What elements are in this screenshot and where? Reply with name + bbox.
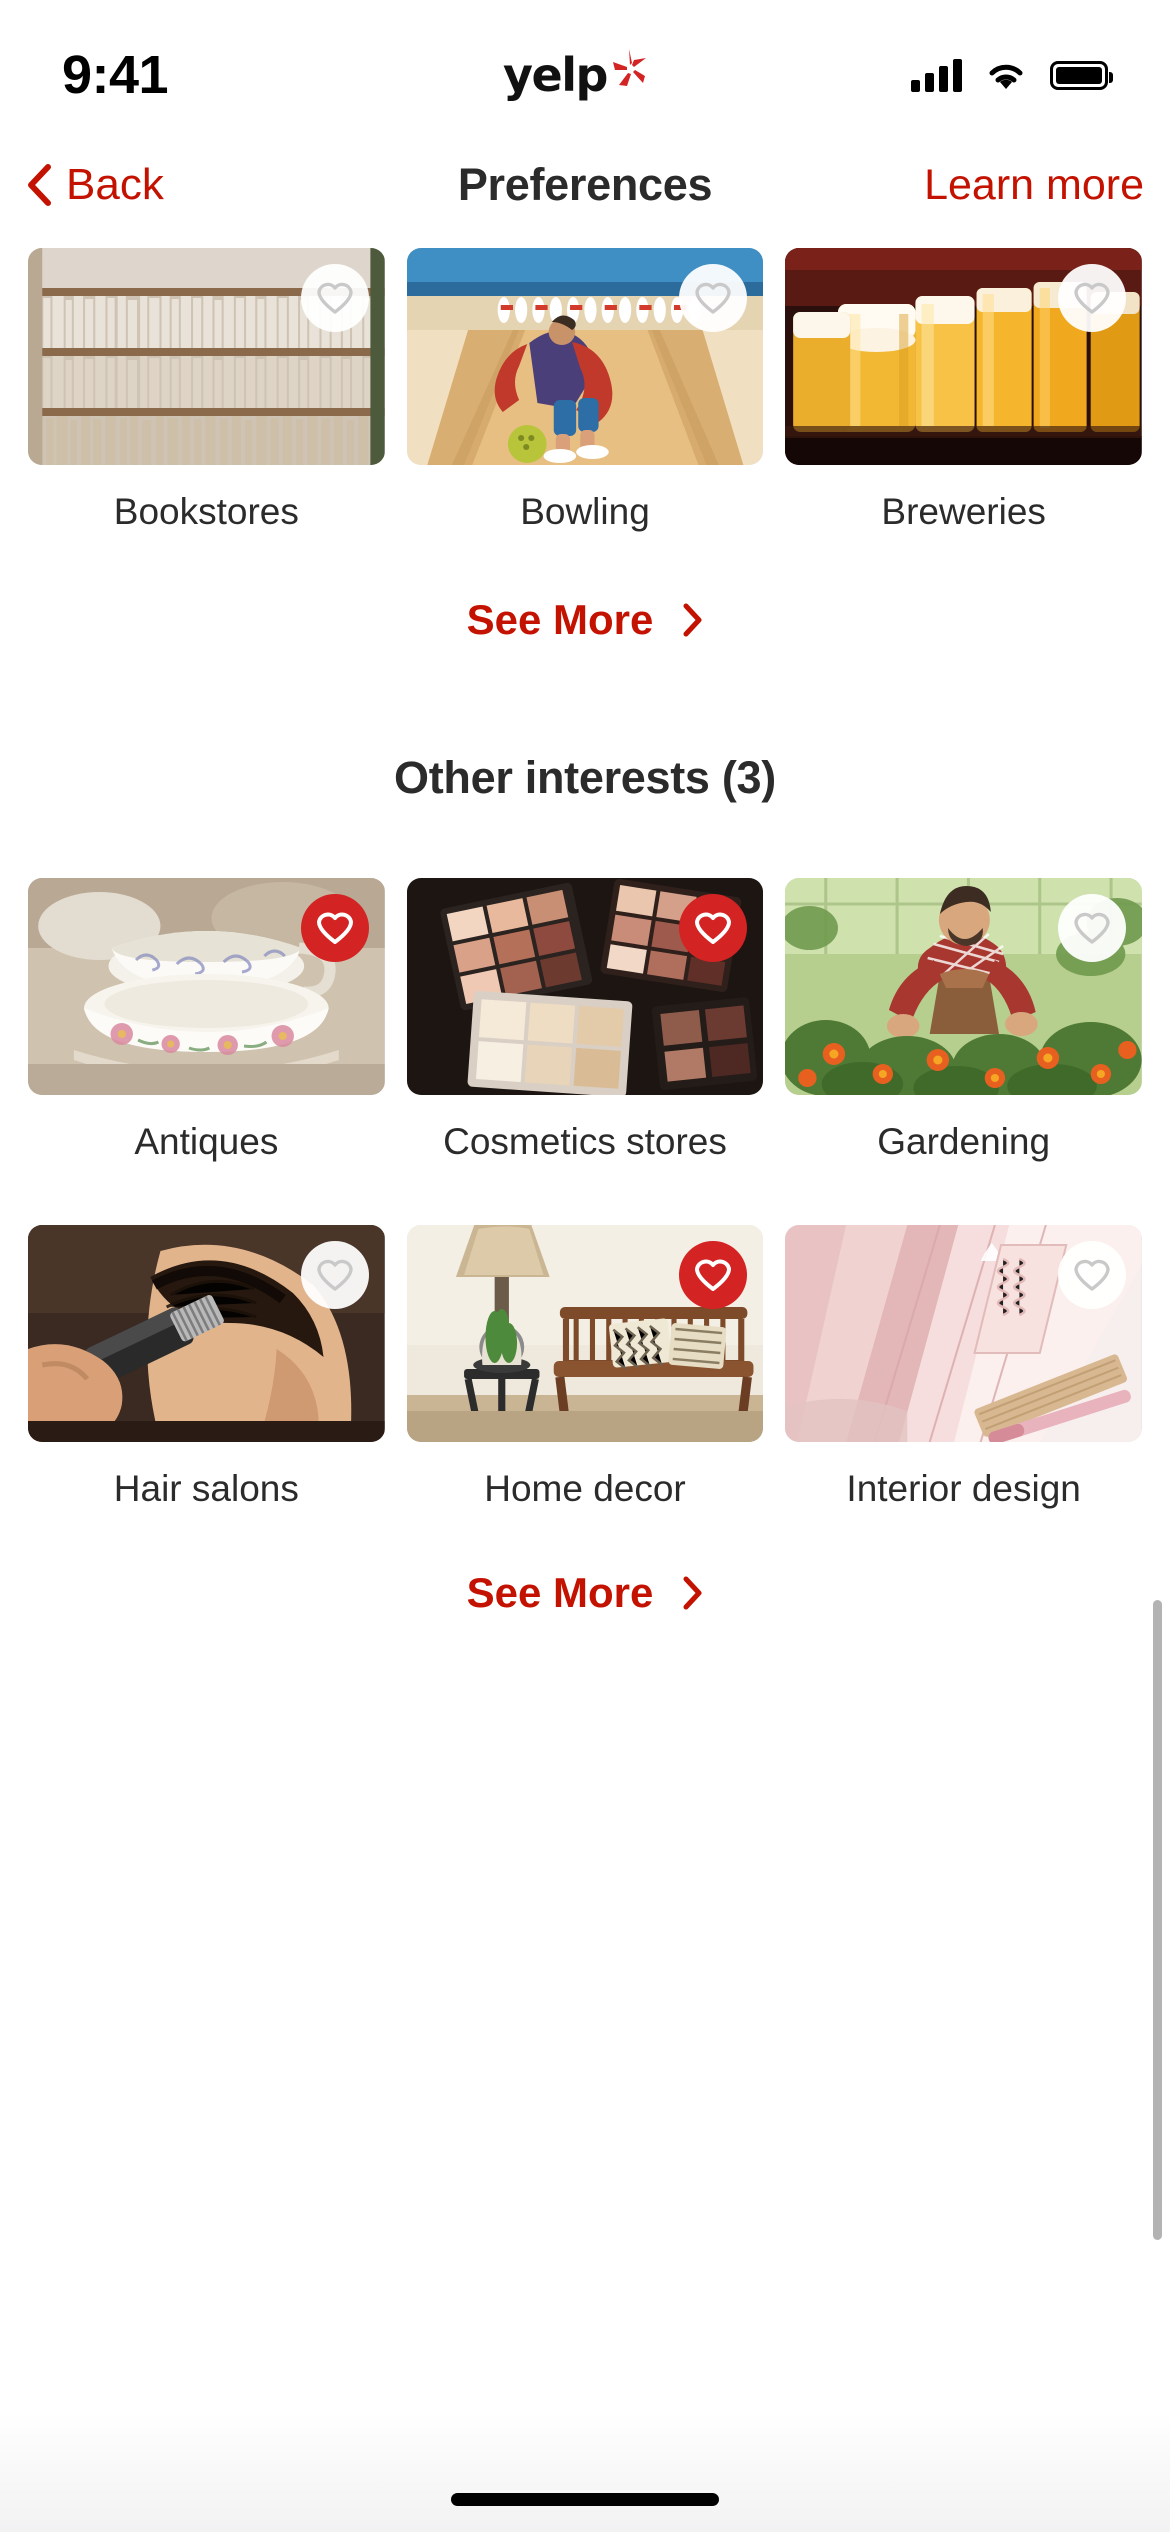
back-button-label: Back bbox=[66, 160, 164, 209]
see-more-label: See More bbox=[466, 595, 654, 643]
favorite-toggle[interactable] bbox=[300, 893, 369, 962]
heart-filled-icon bbox=[316, 912, 353, 944]
interest-grid-row: Hair salons Home decor Interior design bbox=[0, 1225, 1170, 1511]
learn-more-button[interactable]: Learn more bbox=[884, 161, 1144, 210]
status-bar-time: 9:41 bbox=[62, 45, 169, 105]
interest-grid-row: Bookstores Bowling Breweries bbox=[0, 248, 1170, 534]
favorite-toggle[interactable] bbox=[1057, 1241, 1126, 1310]
tile-label: Hair salons bbox=[113, 1468, 299, 1510]
interest-tile[interactable]: Breweries bbox=[785, 248, 1142, 534]
heart-outline-icon bbox=[1074, 1259, 1110, 1291]
see-more-button[interactable]: See More bbox=[0, 1569, 1170, 1617]
battery-full-icon bbox=[1049, 60, 1113, 90]
phone-screen: 9:41 yelp Back Preferences Learn more Bo… bbox=[0, 0, 1170, 2532]
heart-filled-icon bbox=[695, 1259, 732, 1292]
yelp-logo: yelp bbox=[503, 48, 647, 102]
tile-label: Home decor bbox=[484, 1468, 686, 1510]
section-heading: Other interests (3) bbox=[394, 751, 776, 803]
vertical-scrollbar[interactable] bbox=[1153, 1600, 1162, 2240]
back-button[interactable]: Back bbox=[26, 160, 286, 210]
interest-tile[interactable]: Hair salons bbox=[28, 1225, 385, 1511]
heart-outline-icon bbox=[316, 282, 353, 314]
interest-tile[interactable]: Home decor bbox=[406, 1225, 764, 1511]
heart-outline-icon bbox=[695, 282, 732, 314]
status-bar: 9:41 yelp bbox=[0, 0, 1170, 132]
favorite-toggle[interactable] bbox=[300, 264, 369, 332]
cellular-signal-icon bbox=[910, 58, 962, 92]
heart-outline-icon bbox=[1074, 912, 1110, 944]
bottom-fade bbox=[0, 2412, 1170, 2532]
tile-label: Antiques bbox=[134, 1120, 279, 1162]
interest-tile[interactable]: Bowling bbox=[406, 248, 764, 534]
heart-outline-icon bbox=[316, 1259, 353, 1291]
tile-label: Bowling bbox=[520, 491, 650, 532]
yelp-burst-icon bbox=[612, 49, 646, 86]
scroll-content: Bookstores Bowling Breweries See More Ot… bbox=[0, 238, 1170, 2418]
tile-label: Interior design bbox=[846, 1468, 1081, 1510]
interest-tile[interactable]: Cosmetics stores bbox=[406, 877, 764, 1164]
favorite-toggle[interactable] bbox=[679, 1241, 748, 1310]
chevron-left-icon bbox=[28, 164, 51, 206]
interest-grid-row: Antiques Cosmetics stores Gardening bbox=[0, 877, 1170, 1164]
status-bar-icons bbox=[888, 58, 1113, 92]
favorite-toggle[interactable] bbox=[300, 1241, 369, 1310]
tile-label: Bookstores bbox=[113, 491, 299, 532]
wifi-icon bbox=[989, 64, 1023, 89]
favorite-toggle[interactable] bbox=[1057, 893, 1126, 962]
favorite-toggle[interactable] bbox=[679, 893, 748, 962]
home-indicator[interactable] bbox=[451, 2493, 719, 2506]
page-title: Preferences bbox=[457, 159, 713, 210]
interest-tile[interactable]: Antiques bbox=[28, 877, 385, 1164]
chevron-right-icon bbox=[683, 603, 702, 637]
favorite-toggle[interactable] bbox=[1057, 264, 1126, 332]
yelp-wordmark: yelp bbox=[503, 48, 608, 102]
tile-label: Gardening bbox=[877, 1120, 1051, 1162]
tile-label: Breweries bbox=[881, 491, 1046, 532]
interest-tile[interactable]: Interior design bbox=[785, 1225, 1142, 1511]
heart-filled-icon bbox=[695, 912, 732, 944]
heart-outline-icon bbox=[1074, 282, 1110, 314]
navigation-bar: Back Preferences Learn more bbox=[0, 132, 1170, 238]
interest-tile[interactable]: Bookstores bbox=[28, 248, 385, 534]
tile-label: Cosmetics stores bbox=[443, 1120, 727, 1162]
see-more-label: See More bbox=[466, 1568, 654, 1616]
favorite-toggle[interactable] bbox=[679, 264, 748, 332]
interest-tile[interactable]: Gardening bbox=[785, 877, 1142, 1164]
chevron-right-icon bbox=[683, 1576, 702, 1610]
see-more-button[interactable]: See More bbox=[0, 596, 1170, 644]
